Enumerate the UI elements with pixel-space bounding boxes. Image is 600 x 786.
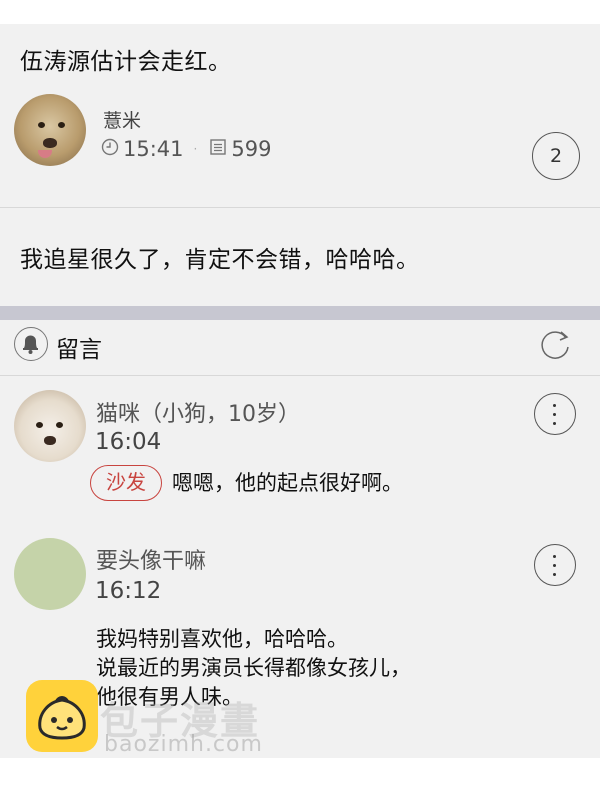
avatar-eye: [36, 422, 43, 428]
post-views: 599: [231, 137, 272, 161]
post-title: 伍涛源估计会走红。: [20, 49, 232, 75]
avatar-eye: [56, 422, 63, 428]
more-options-button[interactable]: [534, 393, 576, 435]
views-icon: [209, 137, 227, 161]
comment-time: 16:12: [95, 578, 162, 604]
section-separator: [0, 306, 600, 320]
top-strip: [0, 0, 600, 24]
bottom-strip: [0, 758, 600, 786]
user-avatar[interactable]: [14, 94, 86, 166]
comment-username[interactable]: 猫咪（小狗，10岁）: [96, 396, 300, 428]
bell-icon: [14, 327, 48, 361]
avatar-tongue: [38, 150, 52, 158]
comment-avatar[interactable]: [14, 538, 86, 610]
more-options-button[interactable]: [534, 544, 576, 586]
clock-icon: [101, 137, 119, 161]
comments-title: 留言: [56, 337, 102, 363]
avatar-nose: [43, 138, 57, 148]
comment-username[interactable]: 要头像干嘛: [96, 543, 206, 575]
reply-count-button[interactable]: 2: [532, 132, 580, 180]
comment-time: 16:04: [95, 429, 162, 455]
comment-avatar[interactable]: [14, 390, 86, 462]
comment-line: 说最近的男演员长得都像女孩儿，: [96, 656, 411, 680]
refresh-icon[interactable]: [536, 326, 574, 364]
avatar-eye: [38, 122, 45, 128]
comment-text: 嗯嗯，他的起点很好啊。: [172, 471, 403, 495]
reply-text: 我追星很久了，肯定不会错，哈哈哈。: [20, 247, 420, 273]
avatar-eye: [58, 122, 65, 128]
comment-line: 我妈特别喜欢他，哈哈哈。: [96, 627, 348, 651]
post-time: 15:41: [123, 137, 184, 161]
post-meta: 15:41 · 599: [101, 137, 271, 161]
bun-logo-icon: [26, 680, 98, 752]
sofa-badge: 沙发: [90, 465, 162, 501]
meta-separator: ·: [193, 142, 198, 156]
post-username[interactable]: 薏米: [103, 106, 141, 133]
avatar-nose: [44, 436, 56, 445]
watermark-url: baozimh.com: [104, 732, 263, 757]
